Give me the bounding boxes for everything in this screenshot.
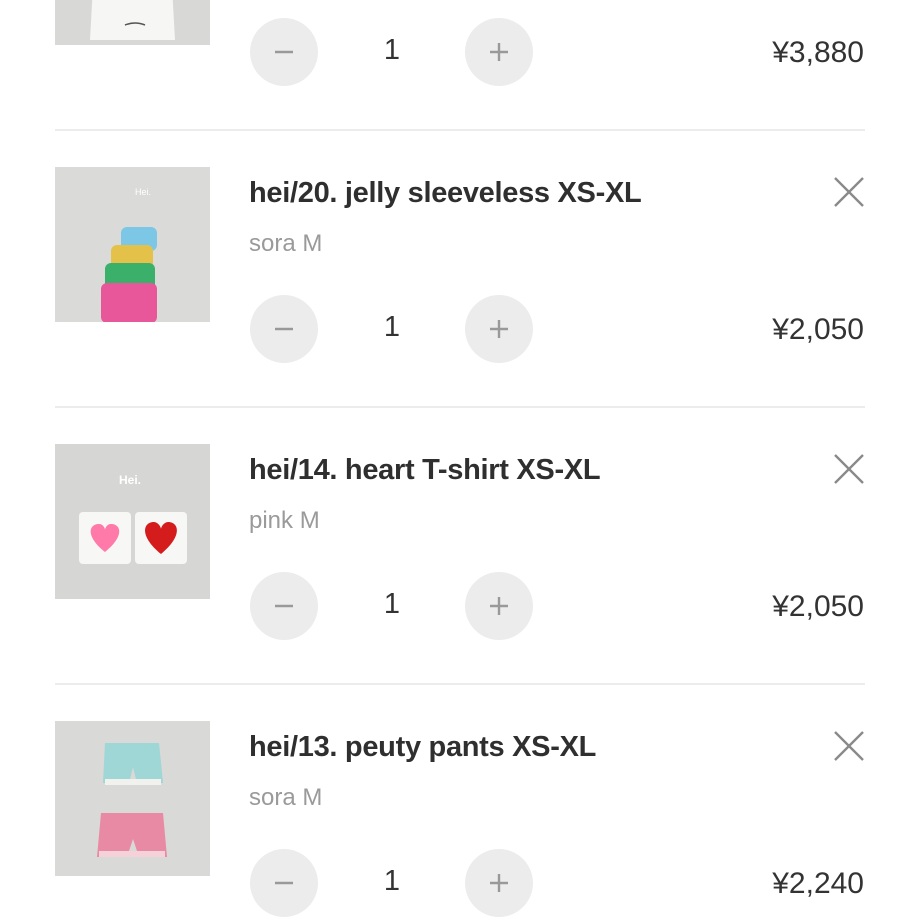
close-icon bbox=[834, 454, 864, 484]
minus-icon bbox=[275, 604, 293, 608]
close-icon bbox=[834, 731, 864, 761]
plus-icon bbox=[490, 874, 508, 892]
increase-quantity-button[interactable] bbox=[465, 572, 533, 640]
increase-quantity-button[interactable] bbox=[465, 849, 533, 917]
plus-icon bbox=[490, 597, 508, 615]
plus-icon bbox=[490, 320, 508, 338]
quantity-value: 1 bbox=[383, 34, 401, 66]
product-thumbnail[interactable]: Hei. bbox=[55, 167, 210, 322]
decrease-quantity-button[interactable] bbox=[250, 849, 318, 917]
minus-icon bbox=[275, 327, 293, 331]
item-divider bbox=[55, 683, 865, 685]
product-thumbnail[interactable]: Hei. bbox=[55, 444, 210, 599]
product-variant: sora M bbox=[249, 784, 323, 811]
thumbnail-brand-text: Hei. bbox=[119, 473, 141, 487]
sleeveless-tops-product-photo: Hei. bbox=[55, 167, 210, 322]
decrease-quantity-button[interactable] bbox=[250, 572, 318, 640]
product-variant: sora M bbox=[249, 230, 323, 257]
minus-icon bbox=[275, 881, 293, 885]
item-divider bbox=[55, 129, 865, 131]
increase-quantity-button[interactable] bbox=[465, 18, 533, 86]
quantity-value: 1 bbox=[383, 588, 401, 620]
quantity-value: 1 bbox=[383, 865, 401, 897]
item-price: ¥2,050 bbox=[772, 590, 864, 623]
remove-item-button[interactable] bbox=[832, 175, 866, 209]
product-thumbnail[interactable] bbox=[55, 0, 210, 45]
item-divider bbox=[55, 406, 865, 408]
minus-icon bbox=[275, 50, 293, 54]
product-title[interactable]: hei/20. jelly sleeveless XS-XL bbox=[249, 177, 642, 210]
item-price: ¥2,050 bbox=[772, 313, 864, 346]
increase-quantity-button[interactable] bbox=[465, 295, 533, 363]
white-top-product-photo bbox=[55, 0, 210, 45]
decrease-quantity-button[interactable] bbox=[250, 18, 318, 86]
item-price: ¥3,880 bbox=[772, 36, 864, 69]
quantity-value: 1 bbox=[383, 311, 401, 343]
product-title[interactable]: hei/13. peuty pants XS-XL bbox=[249, 731, 596, 764]
product-title[interactable]: hei/14. heart T-shirt XS-XL bbox=[249, 454, 601, 487]
item-price: ¥2,240 bbox=[772, 867, 864, 900]
product-thumbnail[interactable] bbox=[55, 721, 210, 876]
heart-tshirt-product-photo: Hei. bbox=[55, 444, 210, 599]
plus-icon bbox=[490, 43, 508, 61]
remove-item-button[interactable] bbox=[832, 452, 866, 486]
product-variant: pink M bbox=[249, 507, 320, 534]
shorts-product-photo bbox=[55, 721, 210, 876]
close-icon bbox=[834, 177, 864, 207]
decrease-quantity-button[interactable] bbox=[250, 295, 318, 363]
remove-item-button[interactable] bbox=[832, 729, 866, 763]
thumbnail-brand-text: Hei. bbox=[135, 187, 151, 197]
